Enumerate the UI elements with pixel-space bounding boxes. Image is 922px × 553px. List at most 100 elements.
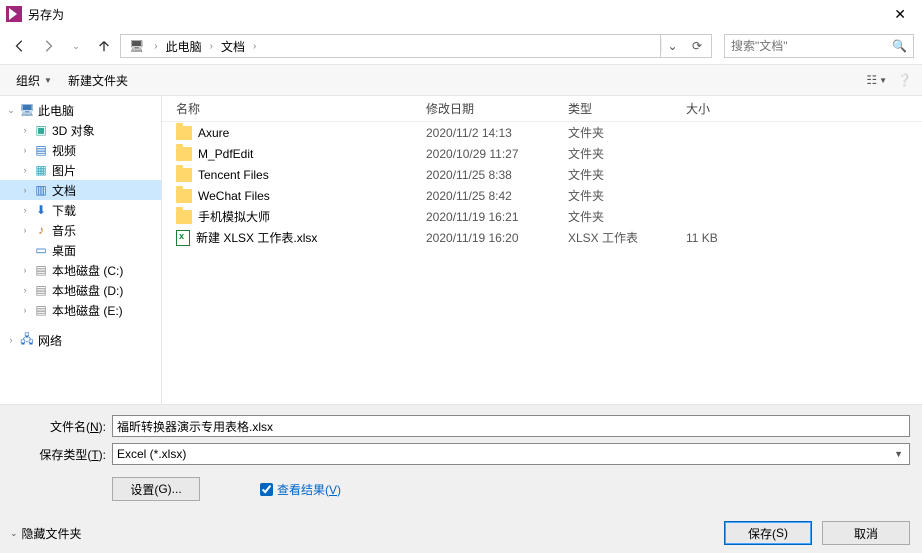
- filetype-value: Excel (*.xlsx): [117, 447, 186, 461]
- file-row[interactable]: 手机模拟大师2020/11/19 16:21文件夹: [162, 206, 922, 227]
- expand-icon[interactable]: ›: [20, 265, 30, 275]
- tree-label: 网络: [38, 332, 62, 349]
- forward-button[interactable]: [36, 34, 60, 58]
- expand-icon[interactable]: ›: [20, 145, 30, 155]
- search-input[interactable]: [731, 39, 892, 53]
- expand-icon[interactable]: ›: [20, 165, 30, 175]
- file-date: 2020/11/2 14:13: [418, 126, 560, 140]
- tree-desktop[interactable]: ▭桌面: [0, 240, 161, 260]
- tree-this-pc[interactable]: ⌄ 🖥 此电脑: [0, 100, 161, 120]
- disk-icon: ▤: [33, 302, 49, 318]
- main-area: ⌄ 🖥 此电脑 ›▣3D 对象 ›▤视频 ›▦图片 ›▥文档 ›⬇下载 ›♪音乐…: [0, 96, 922, 404]
- file-type: 文件夹: [560, 166, 678, 183]
- expand-icon[interactable]: ›: [6, 335, 16, 345]
- crumb-documents[interactable]: 文档: [219, 38, 247, 55]
- new-folder-button[interactable]: 新建文件夹: [62, 70, 134, 91]
- disk-icon: ▤: [33, 282, 49, 298]
- col-type[interactable]: 类型: [560, 100, 678, 117]
- toolbar: 组织 ▼ 新建文件夹 ☷▼ ❔: [0, 64, 922, 96]
- filetype-label: 保存类型(T):: [12, 446, 112, 463]
- filename-input[interactable]: [112, 415, 910, 437]
- tree-label: 此电脑: [38, 102, 74, 119]
- view-result-checkbox[interactable]: 查看结果(V): [260, 481, 341, 498]
- tree-documents[interactable]: ›▥文档: [0, 180, 161, 200]
- file-date: 2020/11/19 16:21: [418, 210, 560, 224]
- file-type: XLSX 工作表: [560, 229, 678, 246]
- expand-icon[interactable]: ›: [20, 305, 30, 315]
- file-row[interactable]: Tencent Files2020/11/25 8:38文件夹: [162, 164, 922, 185]
- back-button[interactable]: [8, 34, 32, 58]
- file-rows: Axure2020/11/2 14:13文件夹M_PdfEdit2020/10/…: [162, 122, 922, 248]
- help-button[interactable]: ❔: [897, 73, 912, 87]
- pc-icon: 🖥: [129, 39, 144, 53]
- sidebar-tree: ⌄ 🖥 此电脑 ›▣3D 对象 ›▤视频 ›▦图片 ›▥文档 ›⬇下载 ›♪音乐…: [0, 96, 162, 404]
- expand-icon[interactable]: ›: [20, 225, 30, 235]
- folder-icon: [176, 147, 192, 161]
- organize-menu[interactable]: 组织 ▼: [10, 70, 58, 91]
- tree-disk-d[interactable]: ›▤本地磁盘 (D:): [0, 280, 161, 300]
- tree-network[interactable]: ›🖧网络: [0, 330, 161, 350]
- help-icon: ❔: [897, 73, 912, 87]
- folder-icon: [176, 189, 192, 203]
- view-icon: ☷: [866, 73, 877, 87]
- tree-label: 音乐: [52, 222, 76, 239]
- filetype-combo[interactable]: Excel (*.xlsx) ▼: [112, 443, 910, 465]
- column-headers: 名称 修改日期 类型 大小: [162, 96, 922, 122]
- search-icon[interactable]: 🔍: [892, 39, 907, 53]
- tree-label: 3D 对象: [52, 122, 95, 139]
- music-icon: ♪: [33, 222, 49, 238]
- chevron-down-icon: ▼: [894, 449, 905, 459]
- expand-icon[interactable]: ›: [20, 125, 30, 135]
- tree-videos[interactable]: ›▤视频: [0, 140, 161, 160]
- tree-label: 下载: [52, 202, 76, 219]
- tree-label: 本地磁盘 (C:): [52, 262, 123, 279]
- col-date[interactable]: 修改日期: [418, 100, 560, 117]
- refresh-button[interactable]: ⟳: [683, 39, 711, 53]
- file-name: WeChat Files: [198, 189, 270, 203]
- tree-label: 视频: [52, 142, 76, 159]
- file-name: M_PdfEdit: [198, 147, 253, 161]
- file-row[interactable]: M_PdfEdit2020/10/29 11:27文件夹: [162, 143, 922, 164]
- disk-icon: ▤: [33, 262, 49, 278]
- settings-button[interactable]: 设置(G)...: [112, 477, 200, 501]
- breadcrumb[interactable]: 🖥 › 此电脑 › 文档 ›: [120, 34, 661, 58]
- title-bar: 另存为 ✕: [0, 0, 922, 28]
- file-name: 手机模拟大师: [198, 208, 270, 225]
- tree-3d-objects[interactable]: ›▣3D 对象: [0, 120, 161, 140]
- tree-disk-e[interactable]: ›▤本地磁盘 (E:): [0, 300, 161, 320]
- breadcrumb-dropdown[interactable]: ⌄: [661, 39, 683, 53]
- tree-music[interactable]: ›♪音乐: [0, 220, 161, 240]
- view-result-label: 查看结果(V): [277, 481, 341, 498]
- picture-icon: ▦: [33, 162, 49, 178]
- expand-icon[interactable]: ⌄: [6, 105, 16, 116]
- file-row[interactable]: Axure2020/11/2 14:13文件夹: [162, 122, 922, 143]
- tree-disk-c[interactable]: ›▤本地磁盘 (C:): [0, 260, 161, 280]
- save-button[interactable]: 保存(S): [724, 521, 812, 545]
- file-row[interactable]: 新建 XLSX 工作表.xlsx2020/11/19 16:20XLSX 工作表…: [162, 227, 922, 248]
- expand-icon[interactable]: ›: [20, 185, 30, 195]
- col-size[interactable]: 大小: [678, 100, 778, 117]
- recent-dropdown[interactable]: ⌄: [64, 34, 88, 58]
- search-box[interactable]: 🔍: [724, 34, 914, 58]
- up-button[interactable]: [92, 34, 116, 58]
- file-type: 文件夹: [560, 124, 678, 141]
- col-name[interactable]: 名称: [162, 100, 418, 117]
- expand-icon[interactable]: ›: [20, 285, 30, 295]
- filename-label: 文件名(N):: [12, 418, 112, 435]
- chevron-right-icon: ›: [247, 41, 262, 52]
- file-row[interactable]: WeChat Files2020/11/25 8:42文件夹: [162, 185, 922, 206]
- save-form: 文件名(N): 保存类型(T): Excel (*.xlsx) ▼ 设置(G).…: [0, 404, 922, 553]
- tree-pictures[interactable]: ›▦图片: [0, 160, 161, 180]
- video-icon: ▤: [33, 142, 49, 158]
- hide-folders-toggle[interactable]: ⌄ 隐藏文件夹: [10, 525, 82, 542]
- view-result-input[interactable]: [260, 483, 273, 496]
- view-options-button[interactable]: ☷▼: [866, 73, 887, 87]
- file-name: Tencent Files: [198, 168, 269, 182]
- chevron-down-icon: ▼: [44, 76, 52, 85]
- tree-downloads[interactable]: ›⬇下载: [0, 200, 161, 220]
- cancel-button[interactable]: 取消: [822, 521, 910, 545]
- close-icon[interactable]: ✕: [884, 2, 916, 27]
- chevron-down-icon: ⌄: [10, 528, 18, 539]
- crumb-this-pc[interactable]: 此电脑: [164, 38, 204, 55]
- expand-icon[interactable]: ›: [20, 205, 30, 215]
